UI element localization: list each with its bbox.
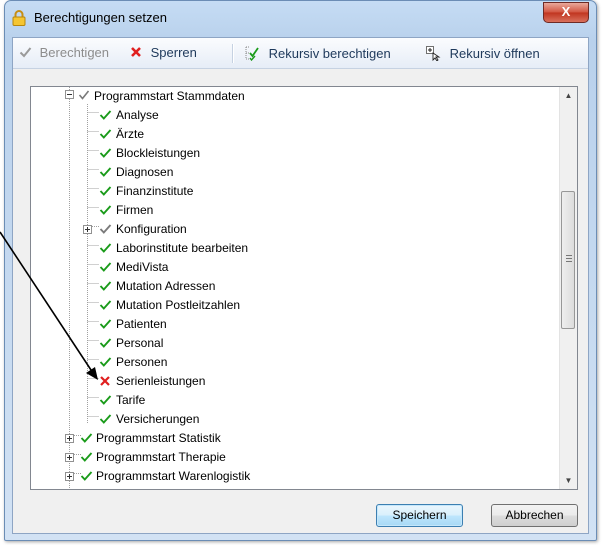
annotation-arrow xyxy=(0,231,98,380)
